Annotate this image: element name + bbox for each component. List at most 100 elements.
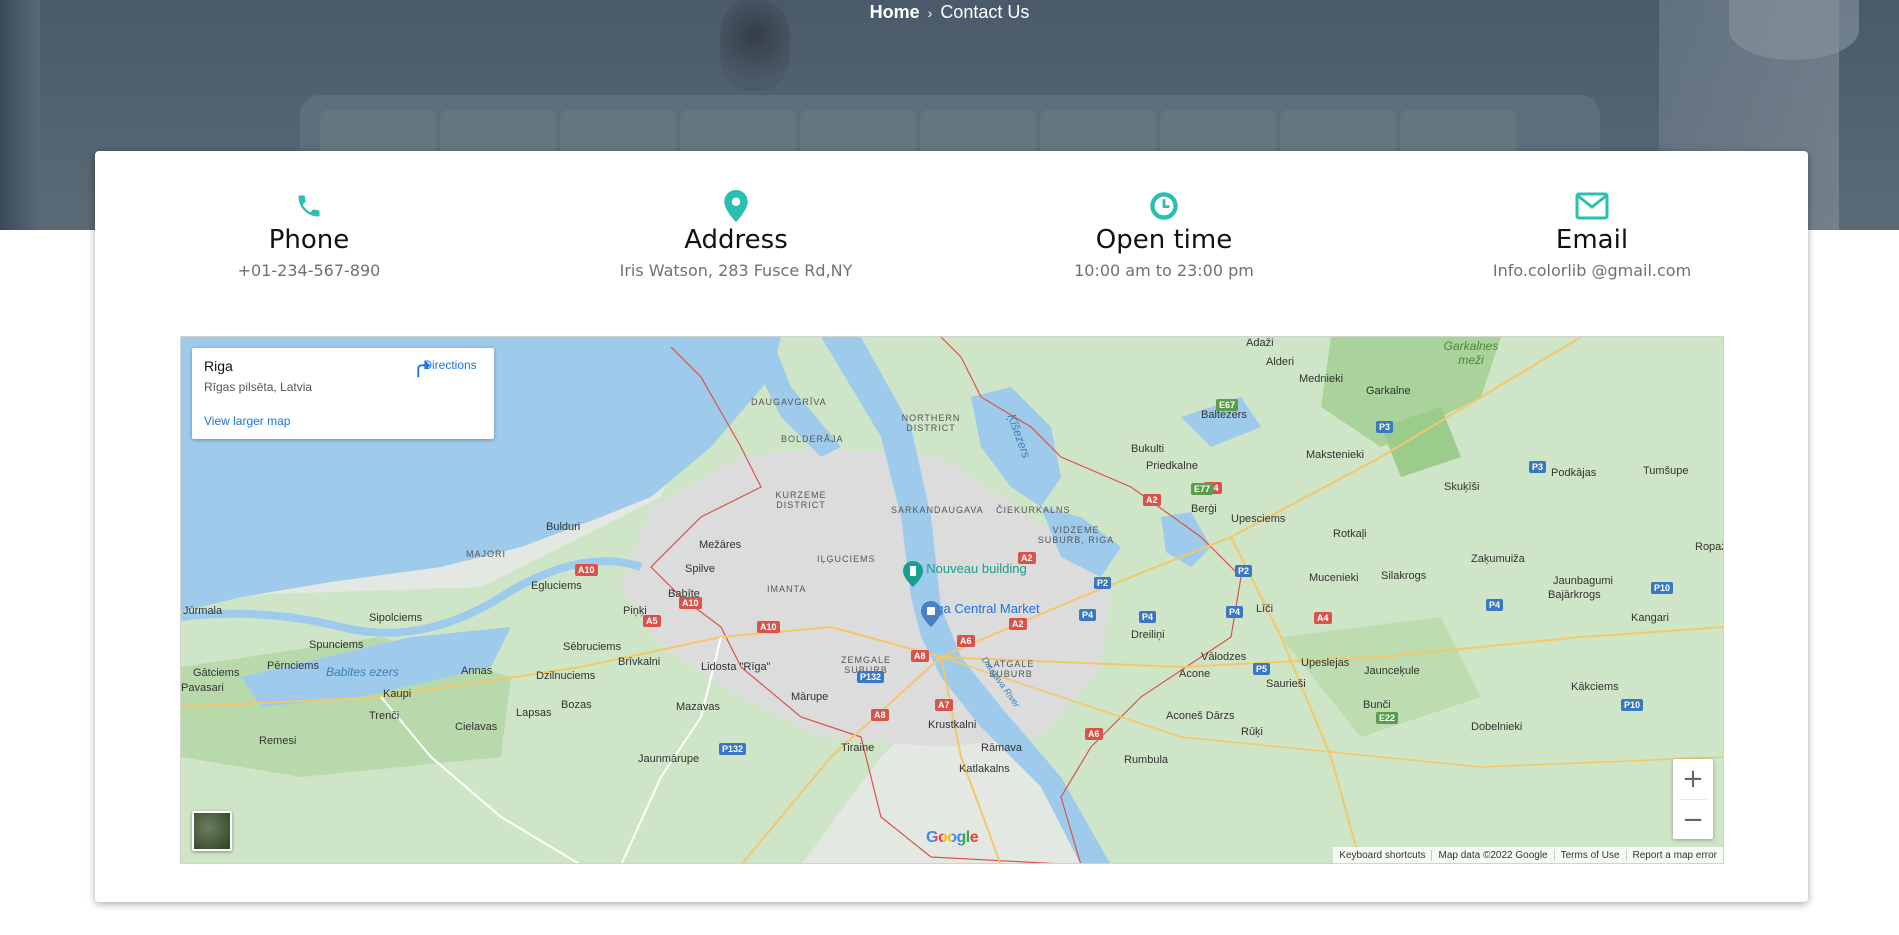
road-badge: P4	[1486, 599, 1504, 611]
road-badge: A5	[643, 615, 661, 627]
contact-phone-value: +01-234-567-890	[237, 261, 381, 280]
map-place-label: Acone	[1179, 668, 1211, 680]
map-place-label: Spunciems	[309, 639, 364, 651]
map-place-label: Mucenieki	[1309, 572, 1359, 584]
map-zoom-control: + −	[1673, 759, 1713, 839]
map-district-label: MAJORI	[466, 549, 507, 559]
phone-icon	[159, 189, 459, 223]
road-badge: P4	[1139, 611, 1157, 623]
road-badge: A10	[679, 597, 702, 609]
map-district-label: KURZEME DISTRICT	[775, 490, 827, 510]
map-water-label: Babītes ezers	[326, 665, 399, 679]
map-place-label: Jaunceķule	[1364, 665, 1420, 677]
contact-address-title: Address	[684, 225, 788, 255]
map-place-label: Tiraine	[841, 742, 875, 754]
hero-curtain-left	[0, 0, 40, 230]
road-badge: A8	[871, 709, 889, 721]
map-place-label: Upeslejas	[1301, 657, 1350, 669]
road-badge: P132	[719, 743, 747, 755]
map-place-label: Mednieki	[1299, 373, 1344, 385]
map-place-card: Riga Rīgas pilsēta, Latvia View larger m…	[192, 348, 494, 439]
google-logo: Google	[926, 829, 979, 847]
road-badge: E67	[1216, 399, 1239, 411]
map-place-label: Silakrogs	[1381, 570, 1427, 582]
map-place-label: Gātciems	[193, 667, 240, 679]
map-place-label: Jūrmala	[183, 605, 223, 617]
contact-open-time-value: 10:00 am to 23:00 pm	[1074, 261, 1254, 280]
map-place-label: Sipolciems	[369, 612, 423, 624]
contact-open-time-title: Open time	[1095, 225, 1233, 255]
map-district-label: ČIEKURKALNS	[996, 505, 1071, 515]
satellite-toggle-button[interactable]	[192, 811, 232, 851]
map-place-label: Mārupe	[791, 691, 829, 703]
map-place-name: Riga	[204, 358, 233, 374]
map-place-label: Dzilnuciems	[536, 670, 596, 682]
map-place-label: Makstenieki	[1306, 449, 1365, 461]
map-district-label: DAUGAVGRĪVA	[751, 397, 827, 407]
contact-address-value: Iris Watson, 283 Fusce Rd,NY	[619, 261, 853, 280]
map-place-label: Brīvkalni	[618, 656, 661, 668]
zoom-out-button[interactable]: −	[1673, 800, 1713, 840]
map-place-label: Bunči	[1363, 699, 1391, 711]
breadcrumb-separator: ›	[927, 5, 933, 21]
map-water-label: Garkalnes meži	[1443, 339, 1499, 367]
map-pin-central-market[interactable]: Riga Central Market	[921, 601, 1040, 627]
contact-email-title: Email	[1555, 225, 1629, 255]
map-place-label: Dobelnieki	[1471, 721, 1523, 733]
map-place-label: Bulduri	[546, 521, 581, 533]
map-place-label: Saurieši	[1266, 678, 1306, 690]
google-map[interactable]: DAUGAVGRĪVA BOLDERĀJA NORTHERN DISTRICT …	[180, 336, 1724, 864]
map-place-label: Vālodzes	[1201, 651, 1247, 663]
road-badge: P10	[1621, 699, 1644, 711]
keyboard-shortcuts-link[interactable]: Keyboard shortcuts	[1333, 850, 1431, 861]
map-place-label: Remesi	[259, 735, 297, 747]
map-place-label: Pavasari	[181, 682, 224, 694]
map-footer: Keyboard shortcuts Map data ©2022 Google…	[1333, 847, 1723, 863]
map-place-label: Garkalne	[1366, 385, 1411, 397]
map-place-label: Berģi	[1191, 503, 1217, 515]
breadcrumb-home-link[interactable]: Home	[870, 2, 920, 22]
map-place-address: Rīgas pilsēta, Latvia	[204, 380, 313, 394]
map-pin-art-nouveau[interactable]: Art Nouveau building	[903, 561, 1027, 587]
map-place-label: Katlakalns	[959, 763, 1010, 775]
road-badge: P4	[1079, 609, 1097, 621]
map-place-label: Sēbruciems	[563, 641, 622, 653]
map-district-label: NORTHERN DISTRICT	[901, 413, 961, 433]
road-badge: E22	[1376, 712, 1399, 724]
terms-of-use-link[interactable]: Terms of Use	[1553, 849, 1626, 861]
road-badge: P3	[1529, 461, 1547, 473]
map-district-label: VIDZEME SUBURB, RIGA	[1037, 525, 1115, 545]
map-pin-label: Riga Central Market	[924, 601, 1040, 616]
map-place-label: Cielavas	[455, 721, 498, 733]
map-pin-icon	[586, 189, 886, 223]
map-place-label: Lapsas	[516, 707, 552, 719]
zoom-in-button[interactable]: +	[1673, 759, 1713, 799]
shopping-pin-icon	[921, 601, 941, 627]
road-badge: A8	[911, 650, 929, 662]
contact-phone-title: Phone	[268, 225, 350, 255]
view-larger-map-link[interactable]: View larger map	[204, 414, 290, 428]
map-place-label: Lidosta "Rīga"	[701, 661, 771, 673]
breadcrumb: Home › Contact Us	[0, 2, 1899, 23]
contact-email-value: Info.colorlib @gmail.com	[1492, 261, 1692, 280]
road-badge: A10	[757, 621, 780, 633]
road-badge: P5	[1253, 663, 1271, 675]
map-place-label: Aconeš Dārzs	[1166, 710, 1235, 722]
directions-icon	[417, 360, 431, 378]
road-badge: A10	[575, 564, 598, 576]
contact-item-open-time: Open time 10:00 am to 23:00 pm	[1014, 189, 1314, 280]
road-badge: P3	[1376, 421, 1394, 433]
map-place-label: Spilve	[685, 563, 715, 575]
map-place-label: Bozas	[561, 699, 592, 711]
map-place-label: Alderi	[1266, 356, 1295, 368]
map-place-label: Rumbula	[1124, 754, 1169, 766]
map-place-label: Līči	[1256, 603, 1274, 615]
road-badge: A4	[1314, 612, 1332, 624]
map-place-label: Egluciems	[531, 580, 582, 592]
map-district-label: IMANTA	[767, 584, 807, 594]
road-badge: P10	[1651, 582, 1674, 594]
map-place-label: Mežāres	[699, 539, 742, 551]
road-badge: A2	[1143, 494, 1161, 506]
directions-button[interactable]: Directions	[410, 358, 490, 378]
report-map-error-link[interactable]: Report a map error	[1625, 849, 1723, 861]
